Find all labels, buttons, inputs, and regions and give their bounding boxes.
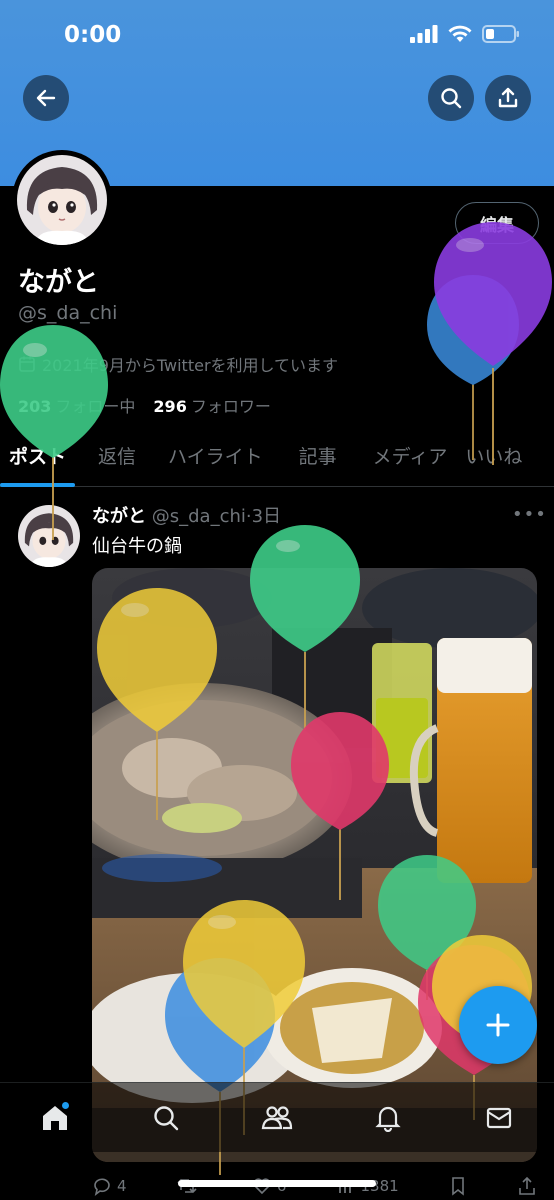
hotpot-photo: [92, 568, 537, 1162]
followers-count: 296: [153, 397, 187, 416]
nav-explore[interactable]: [146, 1098, 186, 1138]
follow-stats: 203 フォロー中 296 フォロワー: [18, 393, 271, 417]
post-author-name[interactable]: ながと: [92, 506, 146, 527]
bookmark-icon: [452, 1177, 464, 1196]
edit-profile-button[interactable]: 編集: [455, 202, 539, 244]
status-time: 0:00: [64, 22, 122, 48]
followers-label: フォロワー: [190, 397, 271, 416]
tab-media[interactable]: メディア: [364, 437, 457, 487]
nav-messages[interactable]: [479, 1098, 519, 1138]
arrow-left-icon: [36, 89, 56, 107]
avatar-image: [18, 505, 80, 567]
people-icon: [261, 1105, 293, 1129]
joined-date: 2021年9月からTwitterを利用しています: [18, 352, 338, 376]
post-time[interactable]: 3日: [252, 506, 281, 527]
search-icon: [154, 1105, 179, 1130]
nav-notifications[interactable]: [368, 1098, 408, 1138]
post-share-button[interactable]: [517, 1176, 537, 1196]
bookmark-button[interactable]: [448, 1176, 468, 1196]
mail-icon: [486, 1107, 511, 1128]
profile-handle: @s_da_chi: [18, 302, 118, 324]
tab-articles[interactable]: 記事: [290, 437, 346, 487]
post-author-handle[interactable]: @s_da_chi: [152, 506, 246, 527]
following-label: フォロー中: [55, 397, 136, 416]
joined-text: 2021年9月からTwitterを利用しています: [42, 356, 339, 375]
tab-replies[interactable]: 返信: [89, 437, 145, 487]
nav-home[interactable]: [35, 1098, 75, 1138]
bell-icon: [375, 1106, 401, 1132]
following-count: 203: [18, 397, 52, 416]
nav-communities[interactable]: [257, 1098, 297, 1138]
plus-icon: [486, 1013, 510, 1037]
home-indicator[interactable]: [178, 1180, 376, 1187]
post-header: ながと @s_da_chi·3日: [92, 502, 281, 528]
tab-likes[interactable]: いいね: [456, 437, 531, 487]
profile-avatar[interactable]: [12, 150, 112, 250]
post-author-avatar[interactable]: [18, 505, 80, 567]
share-button[interactable]: [485, 75, 531, 121]
battery-icon: [482, 25, 519, 43]
reply-icon: [94, 1178, 110, 1196]
display-name: ながと: [18, 267, 99, 298]
reply-count: 4: [117, 1177, 127, 1195]
followers-link[interactable]: 296 フォロワー: [153, 393, 270, 417]
search-icon: [441, 88, 462, 109]
wifi-icon: [448, 25, 472, 42]
more-options-icon[interactable]: •••: [512, 504, 547, 525]
compose-button[interactable]: [459, 986, 537, 1064]
post-photo[interactable]: [92, 568, 537, 1162]
status-bar: 0:00: [0, 0, 554, 72]
share-icon: [519, 1176, 535, 1195]
calendar-icon: [19, 356, 35, 372]
status-icons: [410, 25, 520, 43]
search-button[interactable]: [428, 75, 474, 121]
bottom-navigation: [0, 1082, 554, 1152]
reply-button[interactable]: 4: [92, 1176, 127, 1196]
share-icon: [498, 87, 518, 108]
back-button[interactable]: [23, 75, 69, 121]
notification-dot: [62, 1101, 70, 1109]
post-text: 仙台牛の鍋: [92, 536, 182, 557]
following-link[interactable]: 203 フォロー中: [18, 393, 135, 417]
tab-posts[interactable]: ポスト: [0, 437, 76, 487]
profile-tabs: ポスト 返信 ハイライト 記事 メディア いいね: [0, 437, 554, 487]
signal-icon: [410, 25, 438, 43]
avatar-image: [17, 155, 107, 245]
tab-highlights[interactable]: ハイライト: [159, 437, 272, 487]
